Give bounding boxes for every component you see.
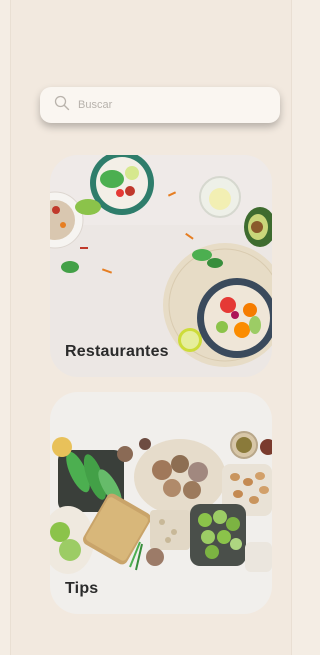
search-input[interactable] [78,99,258,111]
search-bar[interactable] [40,87,280,123]
card-title: Restaurantes [65,343,169,360]
card-title: Tips [65,580,99,597]
search-icon [54,95,70,116]
tips-card[interactable]: Tips [50,392,272,614]
restaurants-card[interactable]: Restaurantes [50,155,272,377]
